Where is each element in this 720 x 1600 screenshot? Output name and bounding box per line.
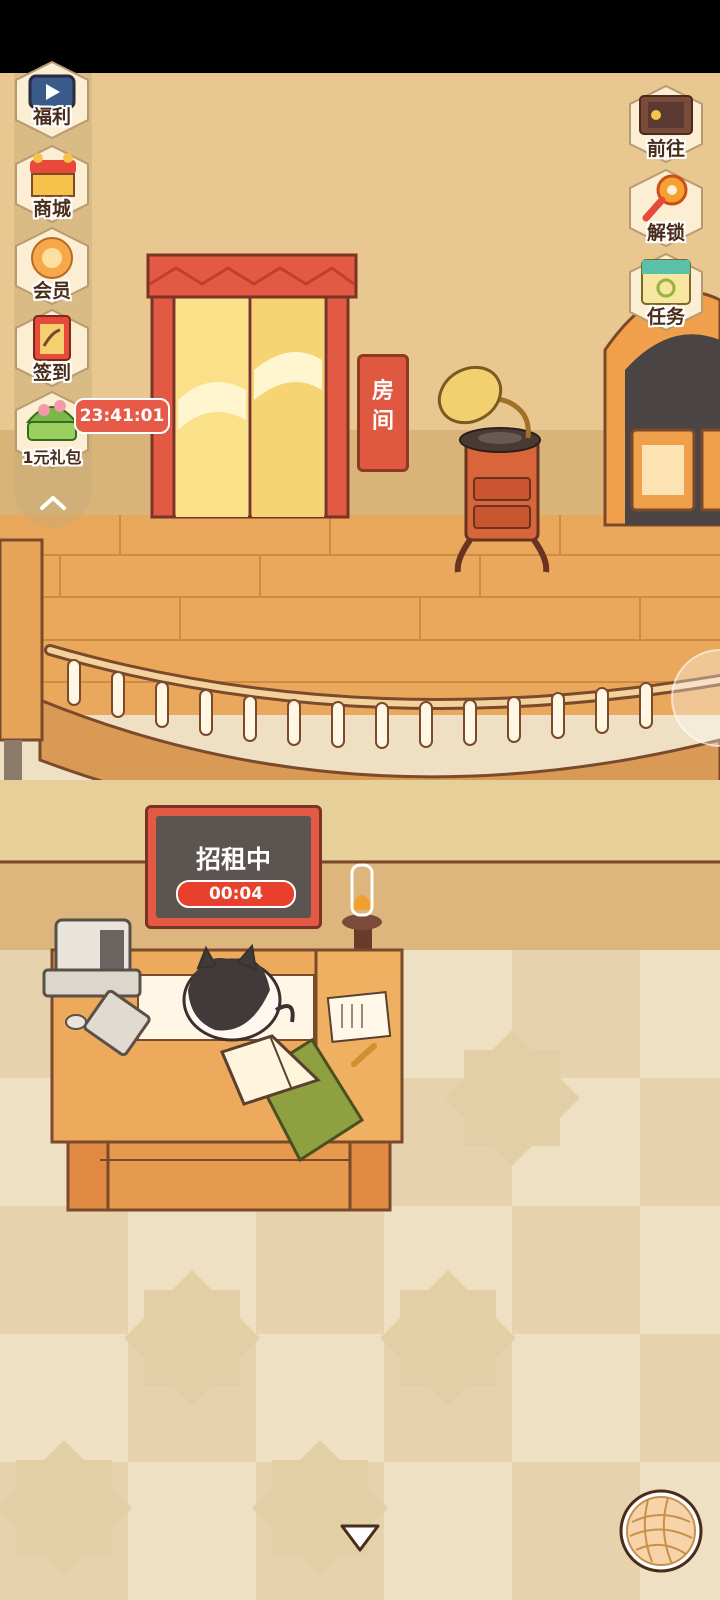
bubble-icon — [671, 649, 720, 747]
menu-goto-label: 前往 — [646, 138, 685, 160]
elevator — [146, 253, 358, 519]
menu-tasks-label: 任务 — [646, 306, 685, 328]
room-sign-char-1: 房 — [371, 379, 394, 404]
menu-checkin-label: 签到 — [32, 362, 71, 384]
status-bar — [0, 0, 720, 73]
menu-member-label: 会员 — [32, 280, 71, 302]
menu-shop-label: 商城 — [32, 198, 71, 220]
menu-unlock[interactable]: 解锁 — [624, 166, 708, 250]
rent-panel-screen: 招租中 00:04 — [156, 816, 311, 918]
collapse-menu-button[interactable] — [14, 478, 92, 528]
tv-icon — [15, 60, 89, 140]
menu-tasks[interactable]: 任务 — [624, 250, 708, 334]
menu-shop[interactable]: 商城 — [10, 142, 94, 226]
rent-panel-title: 招租中 — [195, 845, 271, 874]
yarn-ball-icon — [619, 1489, 703, 1573]
menu-unlock-label: 解锁 — [646, 222, 685, 244]
chevron-up-icon — [40, 496, 66, 510]
menu-member[interactable]: 会员 — [10, 224, 94, 308]
room-sign[interactable]: 房 间 — [357, 354, 409, 472]
triangle-down-icon — [340, 1524, 380, 1552]
menu-goto[interactable]: 前往 — [624, 82, 708, 166]
room-sign-char-2: 间 — [371, 409, 394, 434]
menu-welfare-label: 福利 — [32, 106, 71, 128]
lobby-scene — [0, 73, 720, 1600]
scroll-down-button[interactable] — [336, 1520, 384, 1556]
gift-countdown-badge: 23:41:01 — [74, 398, 170, 434]
rent-status-panel[interactable]: 招租中 00:04 — [145, 805, 322, 929]
menu-gift-pack-label: 1元礼包 — [22, 448, 82, 467]
side-floating-bubble[interactable] — [668, 648, 720, 748]
menu-checkin[interactable]: 签到 — [10, 306, 94, 390]
rent-panel-timer: 00:04 — [176, 880, 296, 908]
yarn-ball-button[interactable] — [618, 1488, 704, 1574]
menu-welfare[interactable]: 福利 — [10, 58, 94, 142]
